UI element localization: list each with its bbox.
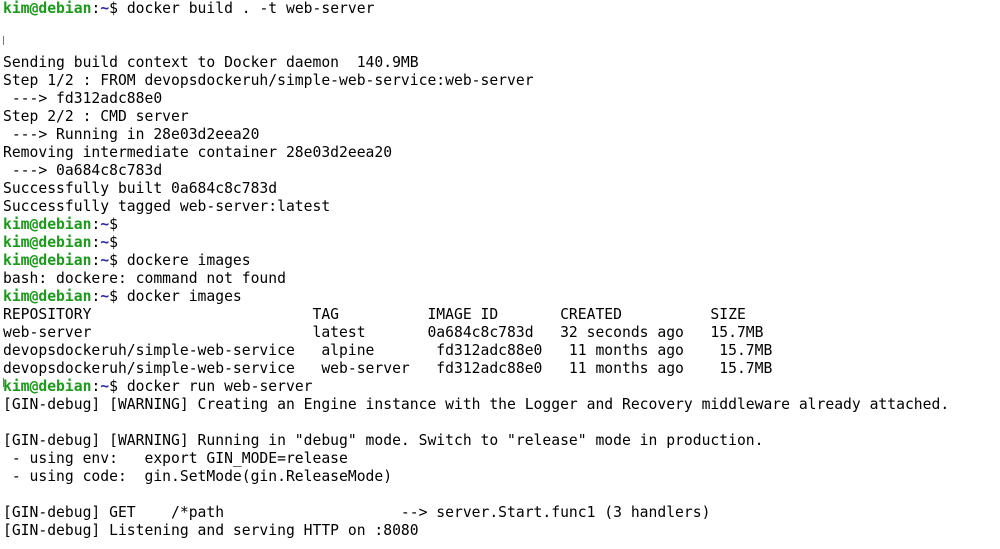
prompt-colon: : [91,0,101,17]
output-line: Sending build context to Docker daemon 1… [3,54,419,71]
prompt-line: kim@debian:~$ [3,216,998,234]
output-line: [GIN-debug] GET /*path --> server.Start.… [3,504,711,521]
prompt-user-host: kim@debian [3,252,92,269]
prompt-colon: : [91,252,101,269]
prompt-colon: : [91,216,101,233]
output-line: devopsdockeruh/simple-web-service alpine… [3,342,773,359]
prompt-line: kim@debian:~$ [3,234,998,252]
prompt-cwd: ~ [100,0,110,17]
prompt-user-host: kim@debian [3,378,92,395]
prompt-symbol: $ [109,234,127,251]
output-line: REPOSITORY TAG IMAGE ID CREATED SIZE [3,306,746,323]
prompt-line: kim@debian:~$ docker build . -t web-serv… [3,0,998,18]
prompt-line: kim@debian:~$ docker images [3,288,998,306]
prompt-user-host: kim@debian [3,0,92,17]
output-line: ---> Running in 28e03d2eea20 [3,126,260,143]
prompt-user-host: kim@debian [3,288,92,305]
output-line: devopsdockeruh/simple-web-service web-se… [3,360,773,377]
prompt-cwd: ~ [100,378,110,395]
terminal-window[interactable]: kim@debian:~$ docker build . -t web-serv… [3,0,998,549]
prompt-symbol: $ [109,378,127,395]
output-line: Removing intermediate container 28e03d2e… [3,144,393,161]
prompt-cwd: ~ [100,252,110,269]
prompt-colon: : [91,234,101,251]
command-text: dockere images [126,252,251,269]
prompt-colon: : [91,288,101,305]
output-line: Successfully tagged web-server:latest [3,198,331,215]
prompt-colon: : [91,378,101,395]
prompt-symbol: $ [109,288,127,305]
output-line: [GIN-debug] [WARNING] Creating an Engine… [3,396,950,413]
prompt-cwd: ~ [100,216,110,233]
window-edge-marker [3,378,4,387]
output-line: ---> 0a684c8c783d [3,162,163,179]
prompt-symbol: $ [109,216,127,233]
prompt-user-host: kim@debian [3,216,92,233]
prompt-cwd: ~ [100,234,110,251]
prompt-user-host: kim@debian [3,234,92,251]
output-line: Step 2/2 : CMD server [3,108,189,125]
prompt-line: kim@debian:~$ docker run web-server [3,378,998,396]
output-line: - using code: gin.SetMode(gin.ReleaseMod… [3,468,393,485]
command-text: docker run web-server [126,378,313,395]
terminal-output: kim@debian:~$ docker build . -t web-serv… [3,0,998,540]
output-line: [GIN-debug] [WARNING] Running in "debug"… [3,432,764,449]
output-line: web-server latest 0a684c8c783d 32 second… [3,324,764,341]
output-line: - using env: export GIN_MODE=release [3,450,348,467]
prompt-symbol: $ [109,252,127,269]
output-line: ---> fd312adc88e0 [3,90,163,107]
output-line: bash: dockere: command not found [3,270,286,287]
prompt-line: kim@debian:~$ dockere images [3,252,998,270]
command-text: docker build . -t web-server [126,0,375,17]
output-line: Step 1/2 : FROM devopsdockeruh/simple-we… [3,72,534,89]
command-text: docker images [126,288,242,305]
prompt-cwd: ~ [100,288,110,305]
prompt-symbol: $ [109,0,127,17]
window-edge-marker [3,36,4,45]
output-line: [GIN-debug] Listening and serving HTTP o… [3,522,419,539]
output-line: Successfully built 0a684c8c783d [3,180,278,197]
